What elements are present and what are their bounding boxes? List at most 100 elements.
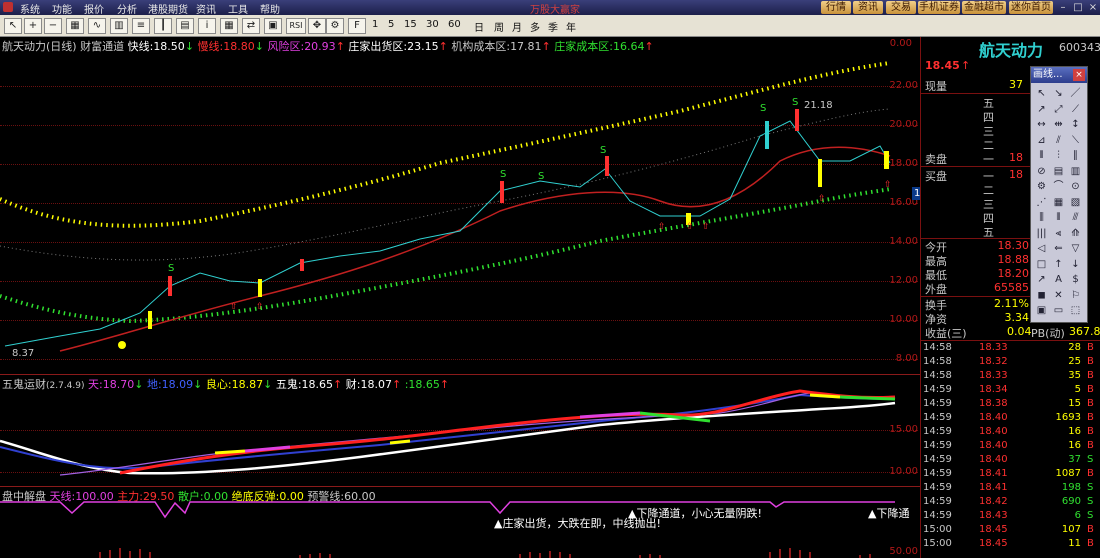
hatch-icon[interactable]: ▧: [1068, 196, 1083, 210]
target-icon[interactable]: ⊙: [1068, 180, 1083, 194]
menu-analysis[interactable]: 分析: [117, 1, 137, 16]
report-icon[interactable]: ▣: [264, 18, 282, 34]
hline-icon[interactable]: ↔: [1034, 118, 1049, 132]
pitchfork-icon[interactable]: ⫼: [1034, 211, 1049, 225]
menu-tools[interactable]: 工具: [228, 1, 248, 16]
save-icon[interactable]: ▣: [1034, 304, 1049, 318]
delete-icon[interactable]: ✕: [1051, 289, 1066, 303]
circle-tool-icon[interactable]: ⊘: [1034, 165, 1049, 179]
fill-icon[interactable]: ◼: [1034, 289, 1049, 303]
flag-icon[interactable]: ⚐: [1068, 289, 1083, 303]
tick-price: 18.45: [979, 538, 1008, 549]
grid-icon[interactable]: ▦: [66, 18, 84, 34]
rect-icon[interactable]: □: [1034, 258, 1049, 272]
kline-chart-area[interactable]: 航天动力(日线) 财富通道 快线:18.50↓ 慢线:18.80↓ 风险区:20…: [0, 37, 943, 558]
zoom-in-icon[interactable]: +: [24, 18, 42, 34]
tick-row: 14:59 18.40 16 B: [921, 440, 1099, 453]
settings-icon[interactable]: ⚙: [326, 18, 344, 34]
parallel-icon[interactable]: ⫽: [1051, 134, 1066, 148]
segment-icon[interactable]: ⟋: [1068, 103, 1083, 117]
arc-icon[interactable]: ⌒: [1051, 180, 1066, 194]
compare-icon[interactable]: ⇄: [242, 18, 260, 34]
palette-close-icon[interactable]: ×: [1073, 69, 1085, 81]
measure-icon[interactable]: ↗: [1034, 273, 1049, 287]
arrow-icon[interactable]: ↖: [4, 18, 22, 34]
period-year[interactable]: 年: [566, 19, 576, 34]
cycle-icon[interactable]: ⫻: [1068, 211, 1083, 225]
stat-outer-label: 外盘: [925, 283, 947, 296]
arrow-line-icon[interactable]: ↘: [1051, 87, 1066, 101]
vline-icon[interactable]: ↕: [1068, 118, 1083, 132]
select-icon[interactable]: ⬚: [1068, 304, 1083, 318]
info-icon[interactable]: i: [198, 18, 216, 34]
formula-icon[interactable]: F: [348, 18, 366, 34]
btn-market[interactable]: 行情: [821, 1, 851, 14]
period-30min[interactable]: 30: [426, 19, 439, 30]
price-tag-icon[interactable]: $: [1068, 273, 1083, 287]
channel-icon[interactable]: ⫴: [1034, 149, 1049, 163]
box-icon[interactable]: ▤: [1051, 165, 1066, 179]
dual-arrow-icon[interactable]: ⇹: [1051, 118, 1066, 132]
triangle-icon[interactable]: ◁: [1034, 242, 1049, 256]
ray-icon[interactable]: ↗: [1034, 103, 1049, 117]
line-icon[interactable]: ／: [1068, 87, 1083, 101]
tick-volume: 16: [1068, 426, 1081, 437]
menu-function[interactable]: 功能: [52, 1, 72, 16]
period-week[interactable]: 周: [494, 19, 504, 34]
menu-help[interactable]: 帮助: [260, 1, 280, 16]
candles: [4, 109, 891, 347]
zoom-out-icon[interactable]: −: [44, 18, 62, 34]
period-15min[interactable]: 15: [404, 19, 417, 30]
period-5min[interactable]: 5: [388, 19, 394, 30]
period-multi[interactable]: 多: [530, 19, 540, 34]
left-arrow-icon[interactable]: ⇐: [1051, 242, 1066, 256]
menu-system[interactable]: 系统: [20, 1, 40, 16]
up-arrow-icon[interactable]: ↑: [1051, 258, 1066, 272]
btn-trade[interactable]: 交易: [886, 1, 916, 14]
move-icon[interactable]: ✥: [308, 18, 326, 34]
gann-icon[interactable]: ⦀: [1051, 211, 1066, 225]
menu-news[interactable]: 资讯: [196, 1, 216, 16]
svg-text:⇧: ⇧: [702, 222, 710, 232]
table-icon[interactable]: ▦: [220, 18, 238, 34]
period-60min[interactable]: 60: [448, 19, 461, 30]
text-tool-icon[interactable]: A: [1051, 273, 1066, 287]
wave-icon[interactable]: ⫷: [1051, 227, 1066, 241]
speed-icon[interactable]: ⟰: [1068, 227, 1083, 241]
extend-line-icon[interactable]: ⤢: [1051, 103, 1066, 117]
pointer-icon[interactable]: ↖: [1034, 87, 1049, 101]
gear-icon[interactable]: ⚙: [1034, 180, 1049, 194]
lines-icon[interactable]: ∥: [1068, 149, 1083, 163]
btn-news[interactable]: 资讯: [853, 1, 883, 14]
window-icon[interactable]: ▭: [1051, 304, 1066, 318]
grid-tool-icon[interactable]: ▦: [1051, 196, 1066, 210]
period-icon[interactable]: |||: [1034, 227, 1049, 241]
drawing-palette[interactable]: 画线... × ↖ ↘ ／ ↗ ⤢ ⟋ ↔ ⇹ ↕ ⊿ ⫽ ⟍ ⫴ ⫶ ∥ ⊘ ▤ ▥ ⚙ ⌒ ⊙ ⋰ ▦ ▧ ⫼ ⦀ ⫻ ||| ⫷ ⟰…: [1030, 66, 1088, 323]
angle-icon[interactable]: ⊿: [1034, 134, 1049, 148]
sheet-icon[interactable]: ▤: [176, 18, 194, 34]
rsi-button[interactable]: RSI: [286, 18, 306, 34]
dots-icon[interactable]: ⋰: [1034, 196, 1049, 210]
period-day[interactable]: 日: [474, 19, 484, 34]
period-1min[interactable]: 1: [372, 19, 378, 30]
menu-quote[interactable]: 报价: [84, 1, 104, 16]
btn-finance-market[interactable]: 金融超市: [962, 1, 1006, 14]
list-icon[interactable]: ≡: [132, 18, 150, 34]
tick-list[interactable]: 14:58 18.33 28 B 14:58 18.32 25 B 14:58 18.33 35 B 1…: [921, 342, 1100, 558]
btn-mobile[interactable]: 手机证券: [918, 1, 960, 14]
menu-hk-futures[interactable]: 港股期货: [148, 1, 188, 16]
btn-mini-home[interactable]: 迷你首页: [1009, 1, 1053, 14]
minimize-icon[interactable]: –: [1056, 1, 1070, 14]
close-icon[interactable]: ×: [1086, 1, 1100, 14]
bars-icon[interactable]: ▥: [1068, 165, 1083, 179]
bar-chart-icon[interactable]: ▥: [110, 18, 128, 34]
period-month[interactable]: 月: [512, 19, 522, 34]
fib-icon[interactable]: ⫶: [1051, 149, 1066, 163]
down-triangle-icon[interactable]: ▽: [1068, 242, 1083, 256]
period-quarter[interactable]: 季: [548, 19, 558, 34]
line-chart-icon[interactable]: ∿: [88, 18, 106, 34]
maximize-icon[interactable]: □: [1071, 1, 1085, 14]
candle-icon[interactable]: ┃: [154, 18, 172, 34]
down-arrow-icon[interactable]: ↓: [1068, 258, 1083, 272]
trend-icon[interactable]: ⟍: [1068, 134, 1083, 148]
